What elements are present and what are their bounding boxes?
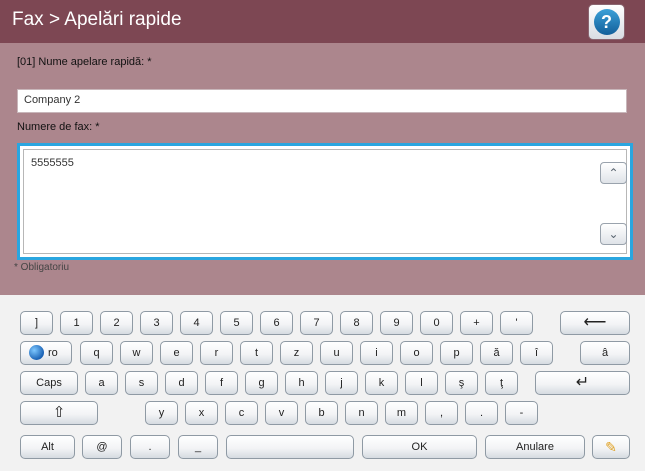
shift-key[interactable]: ⇧ bbox=[20, 401, 98, 425]
key-l[interactable]: l bbox=[405, 371, 438, 395]
key-r[interactable]: r bbox=[200, 341, 233, 365]
fax-numbers-input[interactable]: 5555555 ⌃ ⌄ bbox=[23, 149, 627, 254]
key-a-breve[interactable]: ă bbox=[480, 341, 513, 365]
language-key[interactable]: ro bbox=[20, 341, 72, 365]
scroll-down-button[interactable]: ⌄ bbox=[600, 223, 627, 245]
key-3[interactable]: 3 bbox=[140, 311, 173, 335]
key-x[interactable]: x bbox=[185, 401, 218, 425]
key-dot[interactable]: . bbox=[130, 435, 170, 459]
key-w[interactable]: w bbox=[120, 341, 153, 365]
key-z[interactable]: z bbox=[280, 341, 313, 365]
key-g[interactable]: g bbox=[245, 371, 278, 395]
key-a[interactable]: a bbox=[85, 371, 118, 395]
key-h[interactable]: h bbox=[285, 371, 318, 395]
key-d[interactable]: d bbox=[165, 371, 198, 395]
page-title: Fax > Apelări rapide bbox=[12, 9, 182, 30]
title-bar: Fax > Apelări rapide ? bbox=[0, 0, 645, 43]
key-7[interactable]: 7 bbox=[300, 311, 333, 335]
globe-icon bbox=[29, 344, 44, 360]
language-label: ro bbox=[48, 347, 58, 359]
key-j[interactable]: j bbox=[325, 371, 358, 395]
key-e[interactable]: e bbox=[160, 341, 193, 365]
chevron-up-icon: ⌃ bbox=[608, 166, 619, 180]
cancel-button[interactable]: Anulare bbox=[485, 435, 585, 459]
required-note: * Obligatoriu bbox=[14, 262, 70, 273]
enter-button[interactable]: ↵ bbox=[535, 371, 630, 395]
key-q[interactable]: q bbox=[80, 341, 113, 365]
key-i-circumflex[interactable]: î bbox=[520, 341, 553, 365]
on-screen-keyboard: ] 1 2 3 4 5 6 7 8 9 0 + ' ⟵ ro q w e r t… bbox=[0, 295, 645, 471]
key-c[interactable]: c bbox=[225, 401, 258, 425]
key-8[interactable]: 8 bbox=[340, 311, 373, 335]
key-y[interactable]: y bbox=[145, 401, 178, 425]
key-period[interactable]: . bbox=[465, 401, 498, 425]
key-5[interactable]: 5 bbox=[220, 311, 253, 335]
enter-arrow-icon: ↵ bbox=[575, 374, 590, 391]
key-6[interactable]: 6 bbox=[260, 311, 293, 335]
key-u[interactable]: u bbox=[320, 341, 353, 365]
space-bar[interactable] bbox=[226, 435, 354, 459]
key-bracket[interactable]: ] bbox=[20, 311, 53, 335]
backspace-arrow-icon: ⟵ bbox=[583, 314, 607, 331]
chevron-down-icon: ⌄ bbox=[608, 227, 619, 241]
help-icon: ? bbox=[593, 9, 620, 35]
caps-lock-key[interactable]: Caps bbox=[20, 371, 78, 395]
key-9[interactable]: 9 bbox=[380, 311, 413, 335]
edit-button[interactable]: ✎ bbox=[592, 435, 630, 459]
key-comma[interactable]: , bbox=[425, 401, 458, 425]
fax-numbers-focus-frame: 5555555 ⌃ ⌄ bbox=[17, 143, 633, 260]
key-underscore[interactable]: _ bbox=[178, 435, 218, 459]
alt-key[interactable]: Alt bbox=[20, 435, 75, 459]
key-2[interactable]: 2 bbox=[100, 311, 133, 335]
key-t-cedilla[interactable]: ţ bbox=[485, 371, 518, 395]
key-m[interactable]: m bbox=[385, 401, 418, 425]
key-apostrophe[interactable]: ' bbox=[500, 311, 533, 335]
fax-numbers-label: Numere de fax: * bbox=[17, 121, 100, 133]
key-p[interactable]: p bbox=[440, 341, 473, 365]
help-button[interactable]: ? bbox=[588, 4, 625, 40]
key-at[interactable]: @ bbox=[82, 435, 122, 459]
key-k[interactable]: k bbox=[365, 371, 398, 395]
scroll-up-button[interactable]: ⌃ bbox=[600, 162, 627, 184]
pencil-icon: ✎ bbox=[605, 439, 617, 455]
key-s[interactable]: s bbox=[125, 371, 158, 395]
fax-number-value: 5555555 bbox=[31, 157, 74, 169]
key-i[interactable]: i bbox=[360, 341, 393, 365]
key-1[interactable]: 1 bbox=[60, 311, 93, 335]
shift-arrow-icon: ⇧ bbox=[52, 404, 66, 421]
key-f[interactable]: f bbox=[205, 371, 238, 395]
key-4[interactable]: 4 bbox=[180, 311, 213, 335]
speed-dial-name-input[interactable]: Company 2 bbox=[17, 89, 627, 113]
key-hyphen[interactable]: - bbox=[505, 401, 538, 425]
key-s-cedilla[interactable]: ş bbox=[445, 371, 478, 395]
key-n[interactable]: n bbox=[345, 401, 378, 425]
key-o[interactable]: o bbox=[400, 341, 433, 365]
key-a-circumflex[interactable]: â bbox=[580, 341, 630, 365]
key-0[interactable]: 0 bbox=[420, 311, 453, 335]
key-b[interactable]: b bbox=[305, 401, 338, 425]
ok-button[interactable]: OK bbox=[362, 435, 477, 459]
backspace-button[interactable]: ⟵ bbox=[560, 311, 630, 335]
key-v[interactable]: v bbox=[265, 401, 298, 425]
speed-dial-name-label: [01] Nume apelare rapidă: * bbox=[17, 56, 152, 68]
key-plus[interactable]: + bbox=[460, 311, 493, 335]
key-t[interactable]: t bbox=[240, 341, 273, 365]
